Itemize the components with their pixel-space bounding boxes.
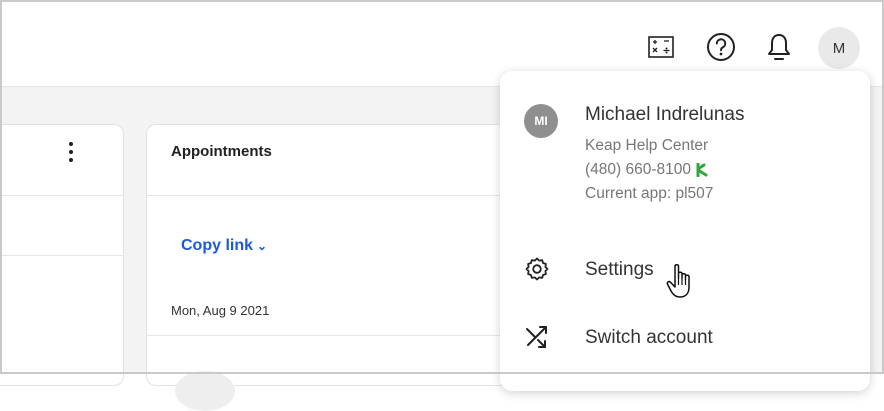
account-current-app: Current app: pl507 — [585, 185, 714, 202]
account-phone-row: (480) 660-8100 — [585, 161, 708, 179]
switch-account-icon — [526, 326, 547, 348]
gear-icon — [525, 257, 549, 281]
hand-pointer-cursor-icon — [666, 263, 690, 298]
help-icon[interactable] — [703, 29, 739, 65]
account-phone: (480) 660-8100 — [585, 161, 691, 178]
phone-badge-icon — [696, 163, 708, 177]
more-options-icon[interactable] — [66, 139, 76, 165]
calculator-icon[interactable] — [643, 29, 679, 65]
user-avatar-button[interactable]: M — [818, 27, 860, 69]
account-menu: MI Michael Indrelunas Keap Help Center (… — [500, 71, 870, 391]
appointment-date: Mon, Aug 9 2021 — [171, 303, 270, 318]
switch-account-label: Switch account — [585, 327, 713, 348]
avatar-initial: M — [832, 39, 846, 57]
account-org: Keap Help Center — [585, 137, 709, 154]
divider — [0, 255, 123, 256]
copy-link-button[interactable]: Copy link ⌄ — [181, 237, 267, 255]
copy-link-label: Copy link — [181, 237, 254, 254]
notification-bell-icon[interactable] — [761, 29, 797, 65]
switch-account-menu-item[interactable]: Switch account — [500, 315, 870, 359]
avatar-placeholder — [175, 371, 235, 411]
settings-label: Settings — [585, 259, 654, 280]
account-user-name: Michael Indrelunas — [585, 104, 745, 125]
divider — [0, 195, 123, 196]
chevron-down-icon: ⌄ — [257, 239, 268, 253]
left-panel-card — [0, 124, 124, 386]
account-avatar: MI — [524, 104, 558, 138]
appointments-title: Appointments — [171, 143, 272, 160]
account-avatar-initials: MI — [534, 114, 548, 128]
